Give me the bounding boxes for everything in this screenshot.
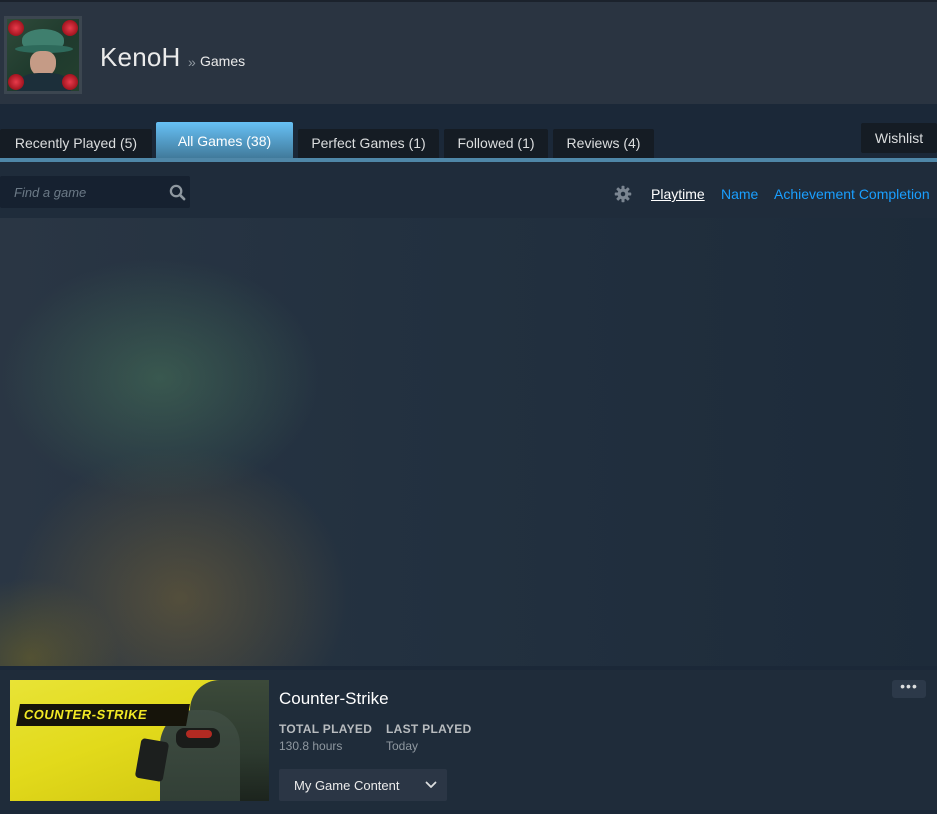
profile-header: KenoH » Games <box>0 0 937 104</box>
breadcrumb-separator: » <box>188 54 196 70</box>
rose-icon <box>8 74 24 90</box>
last-played-value: Today <box>386 739 419 753</box>
sort-name[interactable]: Name <box>721 186 758 202</box>
search-input[interactable] <box>0 176 160 208</box>
wishlist-button[interactable]: Wishlist <box>861 123 937 153</box>
tab-reviews[interactable]: Reviews (4) <box>553 129 654 158</box>
games-tabs: Recently Played (5) All Games (38) Perfe… <box>0 104 937 160</box>
game-row: COUNTER-STRIKE Counter-Strike TOTAL PLAY… <box>0 670 937 810</box>
background-art <box>0 218 937 666</box>
games-toolbar: Playtime Name Achievement Completion <box>0 162 937 218</box>
game-capsule-image[interactable]: COUNTER-STRIKE <box>10 680 269 801</box>
gear-icon[interactable] <box>614 185 632 203</box>
search-icon[interactable] <box>169 184 186 201</box>
tab-followed[interactable]: Followed (1) <box>444 129 548 158</box>
capsule-goggles <box>186 730 212 738</box>
tab-all-games[interactable]: All Games (38) <box>156 122 293 158</box>
game-title[interactable]: Counter-Strike <box>279 689 389 709</box>
rose-icon <box>62 74 78 90</box>
more-options-button[interactable]: ••• <box>892 679 926 698</box>
breadcrumb-games: Games <box>200 53 246 69</box>
my-game-content-label: My Game Content <box>294 778 400 793</box>
tab-recently-played[interactable]: Recently Played (5) <box>0 129 152 158</box>
game-list: COUNTER-STRIKE Counter-Strike TOTAL PLAY… <box>0 670 937 814</box>
rose-icon <box>62 20 78 36</box>
my-game-content-button[interactable]: My Game Content <box>279 769 447 801</box>
game-logo: COUNTER-STRIKE <box>16 704 190 726</box>
search-box <box>0 176 190 208</box>
last-played-label: LAST PLAYED <box>386 722 472 736</box>
total-played-label: TOTAL PLAYED <box>279 722 373 736</box>
sort-achievement-completion[interactable]: Achievement Completion <box>774 186 930 202</box>
avatar[interactable] <box>4 16 82 94</box>
chevron-down-icon <box>425 781 437 788</box>
sort-playtime[interactable]: Playtime <box>651 186 705 202</box>
tab-perfect-games[interactable]: Perfect Games (1) <box>298 129 439 158</box>
total-played-value: 130.8 hours <box>279 739 343 753</box>
rose-icon <box>8 20 24 36</box>
profile-name-link[interactable]: KenoH <box>100 42 181 73</box>
